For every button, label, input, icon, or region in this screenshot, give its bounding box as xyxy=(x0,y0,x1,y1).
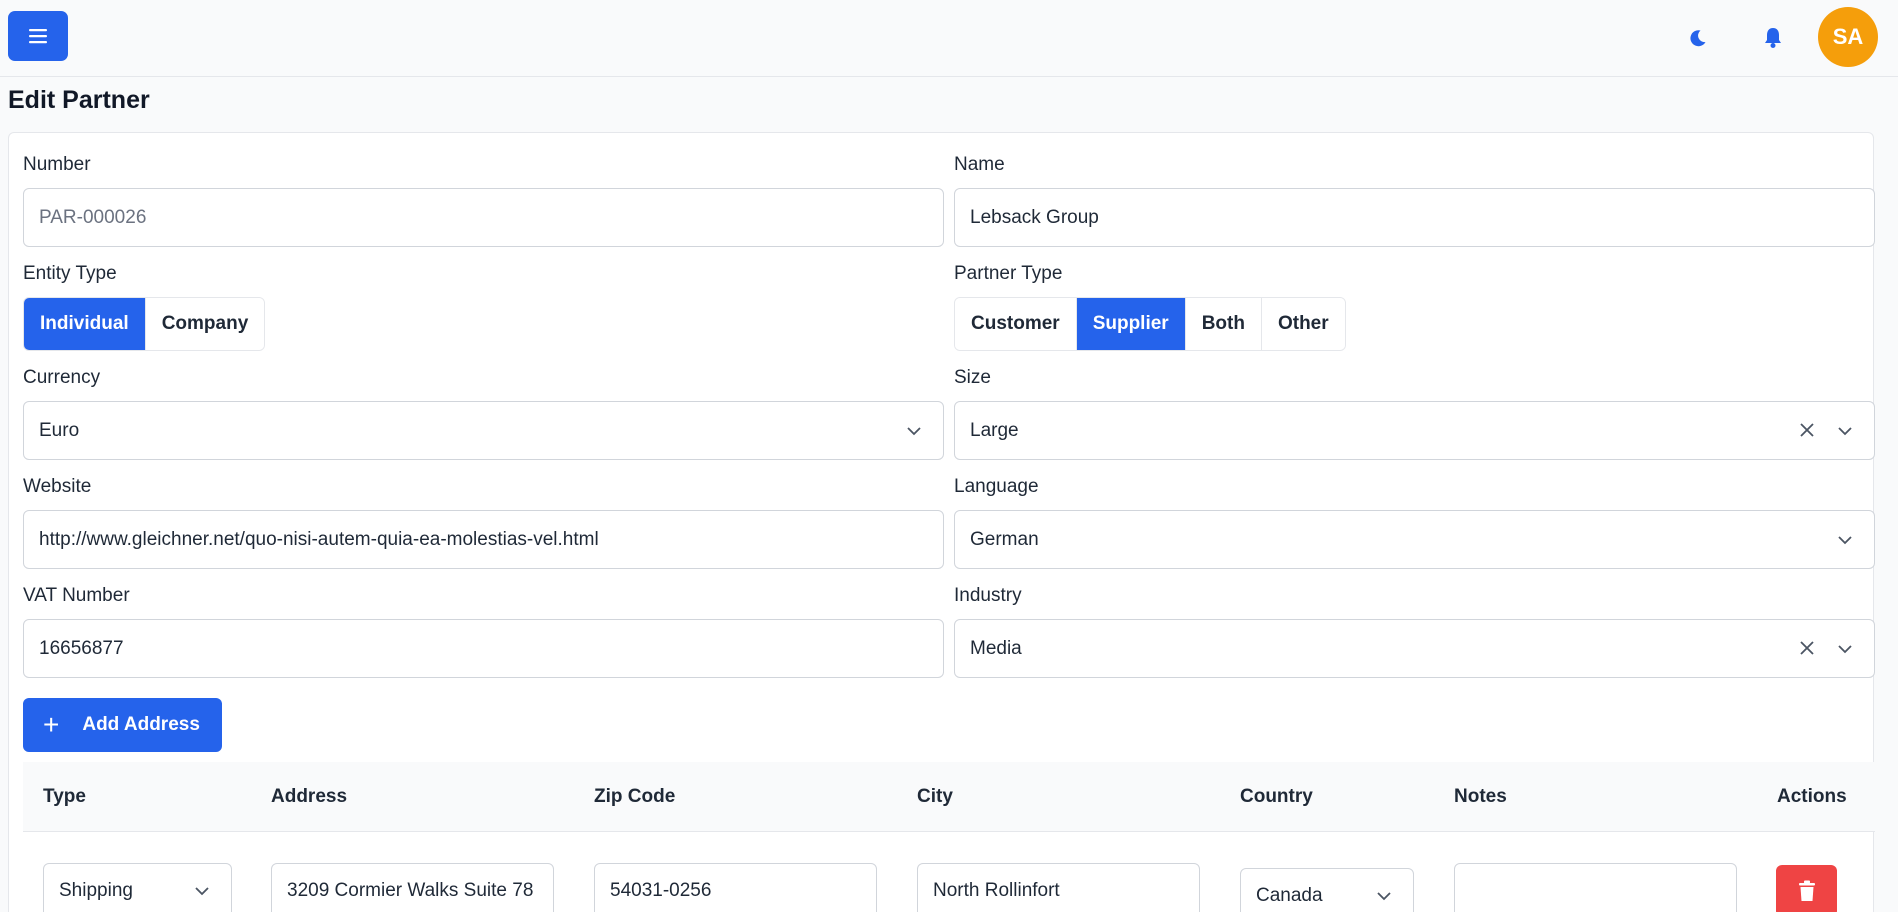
number-label: Number xyxy=(23,154,91,175)
size-value: Large xyxy=(970,419,1019,441)
chevron-down-icon xyxy=(1838,645,1852,654)
avatar[interactable]: SA xyxy=(1818,7,1878,67)
chevron-down-icon xyxy=(907,427,921,436)
plus-icon: + xyxy=(43,709,60,740)
industry-label: Industry xyxy=(954,585,1022,606)
name-label: Name xyxy=(954,154,1005,175)
entity-type-individual[interactable]: Individual xyxy=(24,298,146,350)
clear-icon[interactable] xyxy=(1798,639,1816,657)
column-header-city: City xyxy=(917,786,953,807)
delete-address-button[interactable] xyxy=(1776,865,1837,912)
avatar-initials: SA xyxy=(1832,24,1864,49)
partner-type-customer[interactable]: Customer xyxy=(955,298,1077,350)
vat-number-label: VAT Number xyxy=(23,585,130,606)
address-street-value: 3209 Cormier Walks Suite 78 xyxy=(287,880,534,901)
currency-label: Currency xyxy=(23,367,101,388)
entity-type-toggle: Individual Company xyxy=(23,297,266,351)
column-header-notes: Notes xyxy=(1454,786,1507,807)
top-bar: SA xyxy=(0,0,1898,77)
number-value: PAR-000026 xyxy=(39,206,147,228)
address-type-value: Shipping xyxy=(59,880,133,901)
moon-icon xyxy=(1690,30,1706,47)
vat-number-field[interactable]: 16656877 xyxy=(23,619,944,678)
column-header-actions: Actions xyxy=(1777,786,1847,807)
industry-select[interactable]: Media xyxy=(954,619,1875,678)
trash-icon xyxy=(1798,880,1815,901)
address-zip-field[interactable]: 54031-0256 xyxy=(594,863,877,912)
column-header-zip-code: Zip Code xyxy=(594,786,676,807)
entity-type-company[interactable]: Company xyxy=(145,298,265,350)
chevron-down-icon xyxy=(1838,427,1852,436)
clear-icon[interactable] xyxy=(1798,421,1816,439)
partner-form-card: Number PAR-000026 Name Lebsack Group Ent… xyxy=(8,132,1875,912)
address-city-value: North Rollinfort xyxy=(933,880,1060,901)
language-label: Language xyxy=(954,476,1039,497)
address-zip-value: 54031-0256 xyxy=(610,880,712,901)
menu-button[interactable] xyxy=(8,11,68,61)
website-value: http://www.gleichner.net/quo-nisi-autem-… xyxy=(39,528,599,550)
name-field[interactable]: Lebsack Group xyxy=(954,188,1875,247)
notifications-button[interactable] xyxy=(1755,20,1791,56)
website-field[interactable]: http://www.gleichner.net/quo-nisi-autem-… xyxy=(23,510,944,569)
entity-type-label: Entity Type xyxy=(23,263,117,284)
address-country-value: Canada xyxy=(1256,885,1323,906)
partner-type-toggle: Customer Supplier Both Other xyxy=(954,297,1346,351)
address-country-select[interactable]: Canada xyxy=(1240,868,1414,912)
theme-toggle-button[interactable] xyxy=(1680,20,1716,56)
industry-value: Media xyxy=(970,637,1022,659)
chevron-down-icon xyxy=(195,887,209,896)
page-title: Edit Partner xyxy=(8,86,150,114)
address-type-select[interactable]: Shipping xyxy=(43,863,232,912)
number-field[interactable]: PAR-000026 xyxy=(23,188,944,247)
chevron-down-icon xyxy=(1838,536,1852,545)
name-value: Lebsack Group xyxy=(970,206,1099,228)
address-city-field[interactable]: North Rollinfort xyxy=(917,863,1200,912)
size-select[interactable]: Large xyxy=(954,401,1875,460)
address-table-header: Type Address Zip Code City Country Notes… xyxy=(23,762,1875,832)
column-header-country: Country xyxy=(1240,786,1313,807)
address-notes-field[interactable] xyxy=(1454,863,1737,912)
size-label: Size xyxy=(954,367,991,388)
website-label: Website xyxy=(23,476,92,497)
column-header-type: Type xyxy=(43,786,86,807)
hamburger-icon xyxy=(29,29,47,44)
partner-type-both[interactable]: Both xyxy=(1185,298,1262,350)
language-value: German xyxy=(970,528,1039,550)
currency-select[interactable]: Euro xyxy=(23,401,944,460)
bell-icon xyxy=(1765,28,1781,48)
language-select[interactable]: German xyxy=(954,510,1875,569)
currency-value: Euro xyxy=(39,419,80,441)
chevron-down-icon xyxy=(1377,892,1391,901)
partner-type-label: Partner Type xyxy=(954,263,1063,284)
add-address-button[interactable]: + Add Address xyxy=(23,698,222,752)
vat-number-value: 16656877 xyxy=(39,637,124,659)
partner-type-supplier[interactable]: Supplier xyxy=(1076,298,1186,350)
add-address-label: Add Address xyxy=(82,714,200,735)
column-header-address: Address xyxy=(271,786,348,807)
address-street-field[interactable]: 3209 Cormier Walks Suite 78 xyxy=(271,863,554,912)
partner-type-other[interactable]: Other xyxy=(1261,298,1345,350)
